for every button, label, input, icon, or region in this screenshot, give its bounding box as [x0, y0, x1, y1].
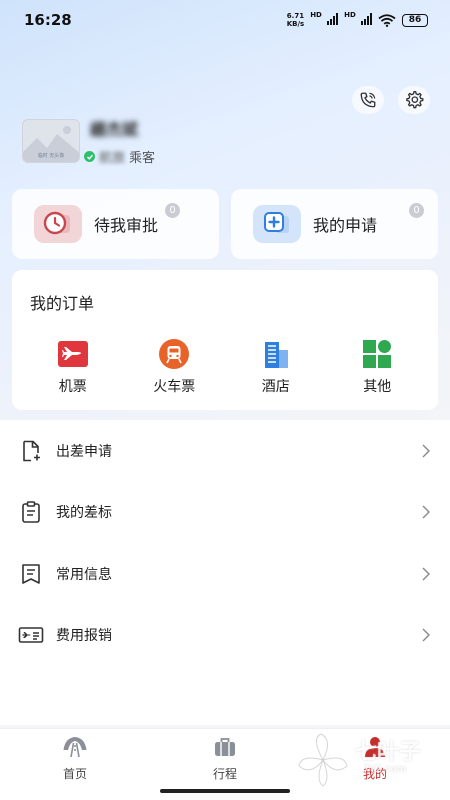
chevron-right-icon — [422, 505, 430, 519]
phone-icon — [360, 92, 376, 108]
settings-button[interactable] — [398, 86, 430, 114]
pending-approval-label: 待我审批 — [94, 216, 159, 235]
menu-item-travel-application[interactable]: 出差申请 — [0, 420, 450, 482]
signal-1-icon: HD — [310, 11, 339, 29]
order-flight[interactable]: 机票 — [33, 340, 113, 396]
chevron-right-icon — [422, 567, 430, 581]
ticket-reimburse-icon — [18, 622, 44, 648]
battery-icon: 86 — [402, 13, 428, 27]
my-applications-card[interactable]: 我的申请 0 — [231, 189, 438, 259]
status-indicators: 6.71 KB/s HD HD 86 — [287, 11, 428, 29]
settings-gear-icon — [406, 91, 424, 109]
application-plus-icon — [253, 205, 301, 243]
plane-icon — [57, 340, 89, 368]
menu-item-travel-standard[interactable]: 我的差标 — [0, 482, 450, 544]
phone-button[interactable] — [352, 86, 384, 114]
header-actions — [352, 86, 430, 114]
quick-cards: 待我审批 0 我的申请 0 — [12, 189, 438, 259]
user-profile[interactable]: 临时 无头像 綳杰斌 航旅 乘客 — [22, 116, 155, 166]
user-name: 綳杰斌 — [90, 120, 139, 139]
status-bar: 16:28 6.71 KB/s HD HD 86 — [0, 0, 450, 40]
order-hotel[interactable]: 酒店 — [236, 340, 316, 396]
leaf-logo-icon — [298, 733, 348, 787]
site-watermark: 七叶子 7Y2.com — [293, 730, 438, 790]
home-indicator[interactable] — [160, 789, 290, 793]
grid-other-icon — [361, 340, 393, 368]
bookmark-list-icon — [18, 561, 44, 587]
my-orders-title: 我的订单 — [30, 294, 95, 313]
network-speed: 6.71 KB/s — [286, 12, 305, 28]
home-road-icon — [61, 735, 89, 759]
suitcase-icon — [211, 735, 239, 759]
menu-item-common-info[interactable]: 常用信息 — [0, 543, 450, 605]
order-other[interactable]: 其他 — [337, 340, 417, 396]
user-role: 航旅 乘客 — [84, 147, 155, 166]
chevron-right-icon — [422, 444, 430, 458]
my-applications-badge: 0 — [409, 203, 424, 218]
status-time: 16:28 — [24, 11, 72, 29]
approval-clock-icon — [34, 205, 82, 243]
my-orders-card: 我的订单 机票 火车票 酒店 其他 — [12, 270, 438, 410]
avatar: 临时 无头像 — [22, 119, 80, 163]
document-add-icon — [18, 438, 44, 464]
my-applications-label: 我的申请 — [313, 216, 378, 235]
train-icon — [158, 339, 190, 369]
order-train[interactable]: 火车票 — [134, 339, 214, 396]
tab-home[interactable]: 首页 — [0, 729, 150, 800]
verified-check-icon — [84, 151, 95, 162]
pending-approval-badge: 0 — [165, 203, 180, 218]
clipboard-icon — [18, 499, 44, 525]
hotel-building-icon — [260, 340, 292, 368]
menu-item-expense-reimburse[interactable]: 费用报销 — [0, 605, 450, 667]
settings-menu: 出差申请 我的差标 常用信息 费用报销 — [0, 420, 450, 725]
signal-2-icon: HD — [344, 11, 372, 29]
pending-approval-card[interactable]: 待我审批 0 — [12, 189, 219, 259]
chevron-right-icon — [422, 628, 430, 642]
wifi-icon — [378, 13, 396, 27]
